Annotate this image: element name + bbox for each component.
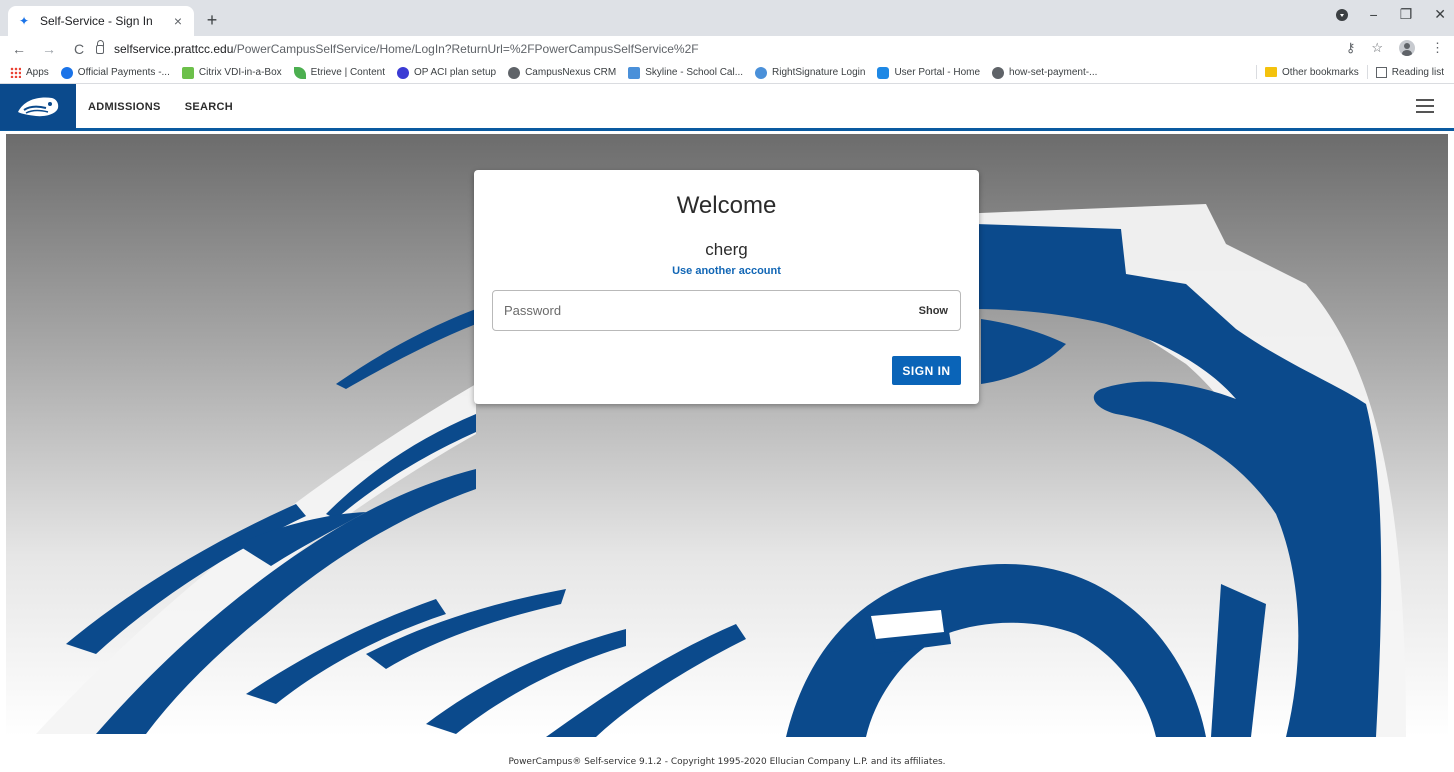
maximize-button[interactable]: ❐ [1400, 6, 1413, 23]
user-portal-icon [877, 66, 890, 79]
window-controls: − ❐ ✕ [1335, 6, 1446, 23]
citrix-icon [181, 66, 194, 79]
bookmark-apps[interactable]: Apps [10, 67, 49, 78]
tab-strip: ✦ Self-Service - Sign In × + − ❐ ✕ [0, 0, 1454, 36]
welcome-heading: Welcome [676, 192, 777, 219]
show-password-toggle[interactable]: Show [919, 305, 948, 317]
rightsignature-icon [755, 66, 768, 79]
nav-search[interactable]: SEARCH [185, 101, 233, 113]
bookmark-how-set-payment[interactable]: how-set-payment-... [992, 66, 1097, 79]
media-icon[interactable] [1335, 8, 1348, 21]
browser-menu-icon[interactable]: ⋮ [1431, 40, 1444, 56]
bookmark-rightsignature[interactable]: RightSignature Login [755, 66, 865, 79]
bookmarks-right: Other bookmarks Reading list [1256, 65, 1444, 79]
official-payments-icon [60, 66, 73, 79]
tab-close-icon[interactable]: × [170, 13, 186, 29]
bookmark-star-icon[interactable]: ☆ [1371, 40, 1383, 56]
bookmark-citrix[interactable]: Citrix VDI-in-a-Box [181, 66, 282, 79]
nav-admissions[interactable]: ADMISSIONS [88, 101, 161, 113]
use-another-account-link[interactable]: Use another account [474, 265, 979, 277]
username-display: cherg [705, 240, 748, 259]
tab-favicon-icon: ✦ [18, 14, 30, 28]
new-tab-button[interactable]: + [200, 10, 224, 31]
back-button[interactable]: ← [8, 41, 30, 57]
url-text: selfservice.prattcc.edu/PowerCampusSelfS… [114, 42, 699, 56]
reading-list-icon [1375, 66, 1387, 78]
bookmarks-bar: Apps Official Payments -... Citrix VDI-i… [0, 62, 1454, 84]
reading-list[interactable]: Reading list [1375, 66, 1444, 78]
divider [1366, 65, 1368, 79]
hamburger-menu-icon[interactable] [1416, 99, 1434, 113]
close-window-button[interactable]: ✕ [1434, 6, 1446, 23]
school-logo[interactable] [0, 83, 76, 130]
browser-toolbar: ← → C selfservice.prattcc.edu/PowerCampu… [0, 36, 1454, 62]
other-bookmarks[interactable]: Other bookmarks [1265, 67, 1359, 78]
login-card: Welcome cherg Use another account Show S… [474, 170, 979, 404]
url-host: selfservice.prattcc.edu [114, 42, 234, 56]
forward-button[interactable]: → [38, 41, 60, 57]
profile-avatar[interactable] [1399, 40, 1415, 56]
browser-tab[interactable]: ✦ Self-Service - Sign In × [8, 6, 194, 36]
tab-title: Self-Service - Sign In [40, 14, 153, 28]
folder-icon [1265, 67, 1278, 77]
op-aci-icon [396, 66, 409, 79]
url-path: /PowerCampusSelfService/Home/LogIn?Retur… [233, 42, 699, 56]
bookmark-op-aci[interactable]: OP ACI plan setup [396, 66, 496, 79]
apps-grid-icon [10, 67, 21, 78]
reload-button[interactable]: C [68, 41, 90, 57]
lock-icon[interactable] [96, 39, 104, 54]
password-field-wrapper: Show [492, 290, 961, 331]
bookmark-user-portal[interactable]: User Portal - Home [877, 66, 980, 79]
globe-icon [992, 66, 1005, 79]
bookmark-skyline[interactable]: Skyline - School Cal... [628, 66, 743, 79]
app-header: ADMISSIONS SEARCH [0, 83, 1454, 131]
bookmark-campusnexus[interactable]: CampusNexus CRM [508, 66, 616, 79]
toolbar-actions: ⚷ ☆ ⋮ [1346, 40, 1444, 56]
globe-icon [508, 66, 521, 79]
sign-in-button[interactable]: SIGN IN [892, 356, 961, 385]
address-bar[interactable]: selfservice.prattcc.edu/PowerCampusSelfS… [90, 37, 1408, 61]
password-key-icon[interactable]: ⚷ [1346, 40, 1356, 56]
skyline-icon [628, 66, 641, 79]
divider [1256, 65, 1258, 79]
minimize-button[interactable]: − [1370, 7, 1378, 23]
beaver-logo-icon [18, 97, 59, 116]
bookmark-official-payments[interactable]: Official Payments -... [60, 66, 170, 79]
etrieve-icon [293, 66, 306, 79]
bookmark-etrieve[interactable]: Etrieve | Content [293, 66, 385, 79]
copyright-footer: PowerCampus® Self-service 9.1.2 - Copyri… [508, 757, 946, 767]
password-input[interactable] [493, 291, 919, 330]
